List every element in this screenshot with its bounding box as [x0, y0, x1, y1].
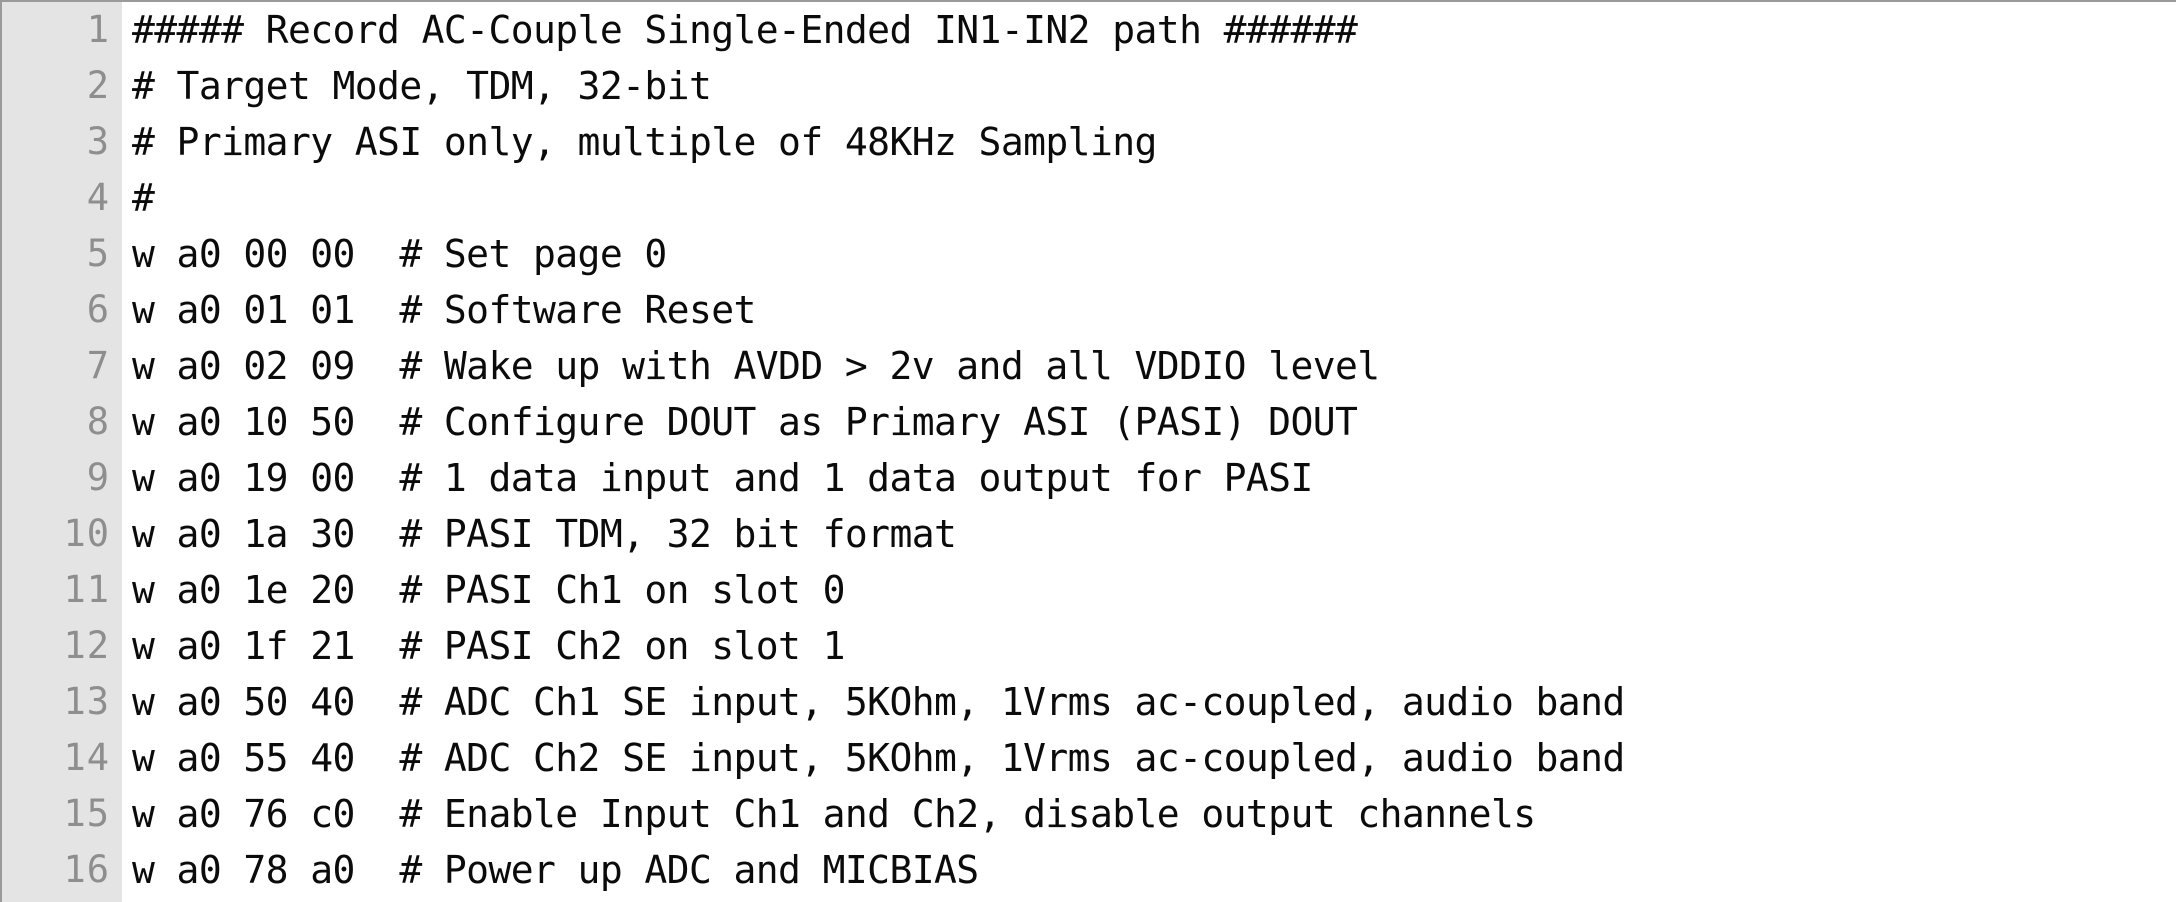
code-line[interactable]: w a0 78 a0 # Power up ADC and MICBIAS [132, 842, 2176, 898]
code-line[interactable]: w a0 55 40 # ADC Ch2 SE input, 5KOhm, 1V… [132, 730, 2176, 786]
code-line[interactable]: # Target Mode, TDM, 32-bit [132, 58, 2176, 114]
code-editor[interactable]: 1 2 3 4 5 6 7 8 9 10 11 12 13 14 15 16 #… [0, 0, 2176, 902]
line-number: 13 [63, 680, 110, 723]
code-text-area[interactable]: ##### Record AC-Couple Single-Ended IN1-… [122, 2, 2176, 898]
line-number: 8 [86, 400, 110, 443]
line-number: 12 [63, 624, 110, 667]
code-line[interactable]: w a0 1f 21 # PASI Ch2 on slot 1 [132, 618, 2176, 674]
line-number: 16 [63, 848, 110, 891]
code-line[interactable]: w a0 19 00 # 1 data input and 1 data out… [132, 450, 2176, 506]
line-number: 11 [63, 568, 110, 611]
line-number: 6 [86, 288, 110, 331]
code-line[interactable]: # [132, 170, 2176, 226]
line-number: 4 [86, 176, 110, 219]
line-number: 10 [63, 512, 110, 555]
line-number: 2 [86, 64, 110, 107]
code-line[interactable]: w a0 76 c0 # Enable Input Ch1 and Ch2, d… [132, 786, 2176, 842]
line-number-gutter: 1 2 3 4 5 6 7 8 9 10 11 12 13 14 15 16 [2, 2, 122, 902]
code-line[interactable]: w a0 01 01 # Software Reset [132, 282, 2176, 338]
line-number: 3 [86, 120, 110, 163]
line-number: 7 [86, 344, 110, 387]
line-number: 1 [86, 8, 110, 51]
code-line[interactable]: w a0 1e 20 # PASI Ch1 on slot 0 [132, 562, 2176, 618]
code-line[interactable]: ##### Record AC-Couple Single-Ended IN1-… [132, 2, 2176, 58]
code-line[interactable]: # Primary ASI only, multiple of 48KHz Sa… [132, 114, 2176, 170]
code-line[interactable]: w a0 02 09 # Wake up with AVDD > 2v and … [132, 338, 2176, 394]
line-number: 15 [63, 792, 110, 835]
code-line[interactable]: w a0 50 40 # ADC Ch1 SE input, 5KOhm, 1V… [132, 674, 2176, 730]
code-line[interactable]: w a0 00 00 # Set page 0 [132, 226, 2176, 282]
line-number: 5 [86, 232, 110, 275]
line-number: 9 [86, 456, 110, 499]
code-line[interactable]: w a0 1a 30 # PASI TDM, 32 bit format [132, 506, 2176, 562]
line-number: 14 [63, 736, 110, 779]
code-line[interactable]: w a0 10 50 # Configure DOUT as Primary A… [132, 394, 2176, 450]
